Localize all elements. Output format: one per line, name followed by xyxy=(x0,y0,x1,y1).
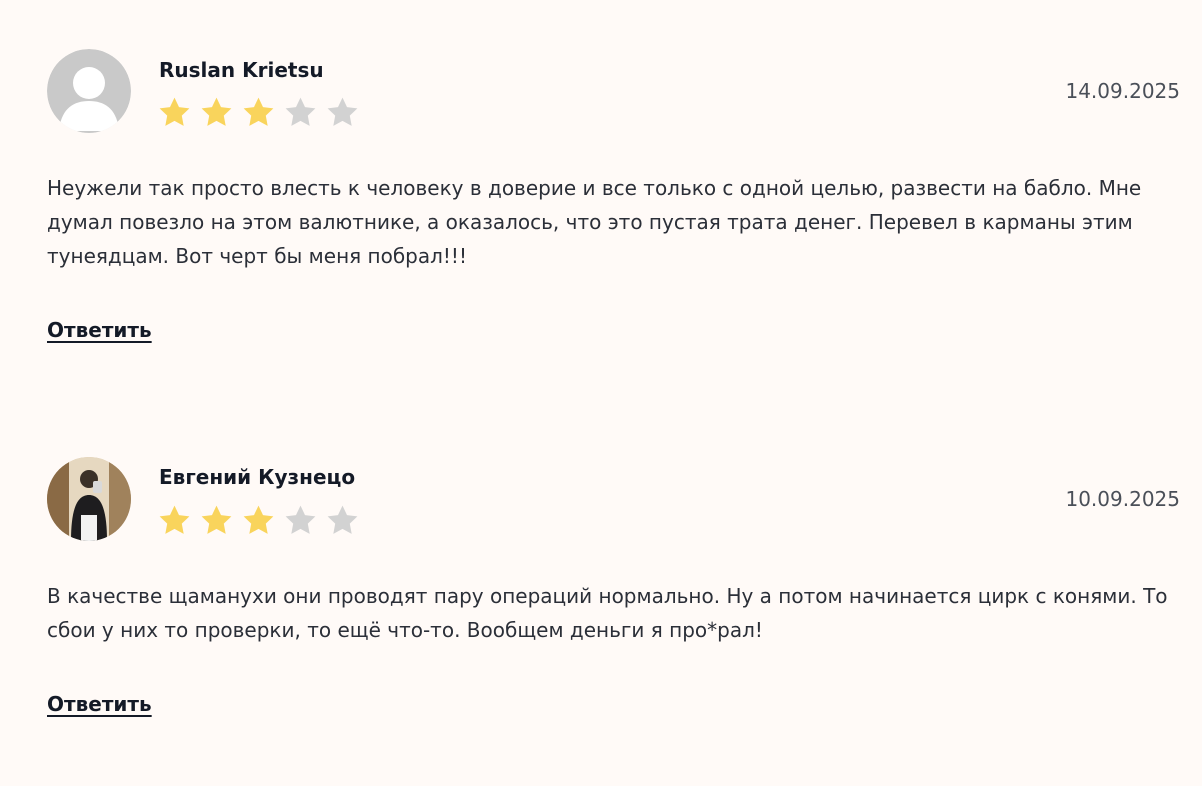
review-date: 10.09.2025 xyxy=(1065,487,1180,511)
star-filled-icon xyxy=(201,97,232,126)
reply-link[interactable]: Ответить xyxy=(47,318,152,342)
default-avatar-icon xyxy=(47,49,131,133)
review-text: В качестве щаманухи они проводят пару оп… xyxy=(47,584,1168,642)
star-filled-icon xyxy=(159,505,190,534)
reply-link[interactable]: Ответить xyxy=(47,692,152,716)
star-empty-icon xyxy=(327,505,358,534)
star-empty-icon xyxy=(285,97,316,126)
star-empty-icon xyxy=(285,505,316,534)
star-empty-icon xyxy=(327,97,358,126)
star-rating xyxy=(157,503,360,538)
review-author: Евгений Кузнецо xyxy=(159,465,356,489)
star-filled-icon xyxy=(159,97,190,126)
star-filled-icon xyxy=(243,505,274,534)
user-photo-avatar-icon xyxy=(47,457,131,541)
review-author: Ruslan Krietsu xyxy=(159,58,324,82)
review-text: Неужели так просто влесть к человеку в д… xyxy=(47,176,1142,268)
star-filled-icon xyxy=(201,505,232,534)
star-filled-icon xyxy=(243,97,274,126)
star-rating xyxy=(157,95,360,130)
review-date: 14.09.2025 xyxy=(1065,79,1180,103)
